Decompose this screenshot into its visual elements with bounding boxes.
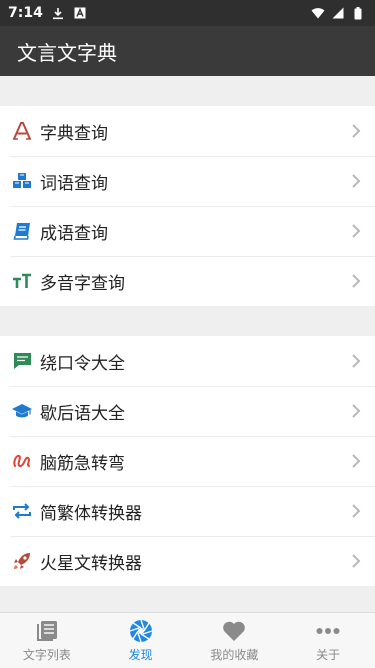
book-list-icon (35, 619, 59, 643)
signal-icon (331, 6, 345, 20)
chevron-right-icon (351, 554, 361, 568)
menu-item-label: 简繁体转换器 (40, 503, 142, 524)
menu-item-label: 多音字查询 (40, 273, 125, 294)
fun-tools-group: 绕口令大全 歇后语大全 脑筋急转弯 简繁体转换器 火星文转换器 (0, 336, 375, 586)
text-height-icon (12, 271, 32, 291)
comment-icon (12, 351, 32, 371)
chevron-right-icon (351, 504, 361, 518)
swap-icon (12, 501, 32, 521)
menu-item-tongue-twisters[interactable]: 绕口令大全 (0, 336, 375, 386)
tab-discover[interactable]: 发现 (94, 613, 188, 668)
menu-item-label: 成语查询 (40, 223, 108, 244)
page-title: 文言文字典 (17, 40, 117, 65)
tab-favorites[interactable]: 我的收藏 (188, 613, 282, 668)
chevron-right-icon (351, 274, 361, 288)
menu-item-label: 字典查询 (40, 123, 108, 144)
graduation-cap-icon (12, 401, 32, 421)
bottom-tab-bar: 文字列表 发现 我的收藏 关于 (0, 612, 375, 668)
menu-item-dictionary[interactable]: 字典查询 (0, 106, 375, 156)
menu-item-label: 绕口令大全 (40, 353, 125, 374)
menu-item-martian-text[interactable]: 火星文转换器 (0, 536, 375, 586)
wifi-icon (311, 6, 325, 20)
tab-label: 发现 (128, 647, 153, 662)
menu-item-idioms[interactable]: 成语查询 (0, 206, 375, 256)
tab-label: 我的收藏 (210, 647, 259, 662)
squiggle-icon (12, 451, 32, 471)
heart-icon (222, 619, 246, 643)
tab-word-list[interactable]: 文字列表 (0, 613, 94, 668)
font-a-icon (12, 121, 32, 141)
battery-icon (351, 6, 365, 20)
menu-item-xiehouyu[interactable]: 歇后语大全 (0, 386, 375, 436)
tab-label: 文字列表 (22, 647, 71, 662)
status-time: 7:14 (8, 5, 43, 21)
menu-item-label: 歇后语大全 (40, 403, 125, 424)
status-bar: 7:14 (0, 0, 375, 26)
menu-item-label: 火星文转换器 (40, 553, 142, 574)
menu-item-label: 词语查询 (40, 173, 108, 194)
chevron-right-icon (351, 354, 361, 368)
rocket-icon (12, 551, 32, 571)
query-tools-group: 字典查询 词语查询 成语查询 多音字查询 (0, 106, 375, 306)
tab-about[interactable]: 关于 (281, 613, 375, 668)
chevron-right-icon (351, 404, 361, 418)
menu-item-label: 脑筋急转弯 (40, 453, 125, 474)
app-bar: 文言文字典 (0, 26, 375, 76)
tab-label: 关于 (316, 647, 341, 662)
chevron-right-icon (351, 174, 361, 188)
menu-item-polyphones[interactable]: 多音字查询 (0, 256, 375, 306)
chevron-right-icon (351, 454, 361, 468)
download-icon (51, 6, 65, 20)
font-app-icon (73, 6, 87, 20)
section-gap (0, 76, 375, 106)
cubes-icon (12, 171, 32, 191)
more-icon (316, 619, 340, 643)
book-icon (12, 221, 32, 241)
chevron-right-icon (351, 224, 361, 238)
menu-item-words[interactable]: 词语查询 (0, 156, 375, 206)
menu-item-brain-teasers[interactable]: 脑筋急转弯 (0, 436, 375, 486)
chevron-right-icon (351, 124, 361, 138)
section-gap (0, 306, 375, 336)
menu-item-simplified-traditional[interactable]: 简繁体转换器 (0, 486, 375, 536)
aperture-icon (129, 619, 153, 643)
